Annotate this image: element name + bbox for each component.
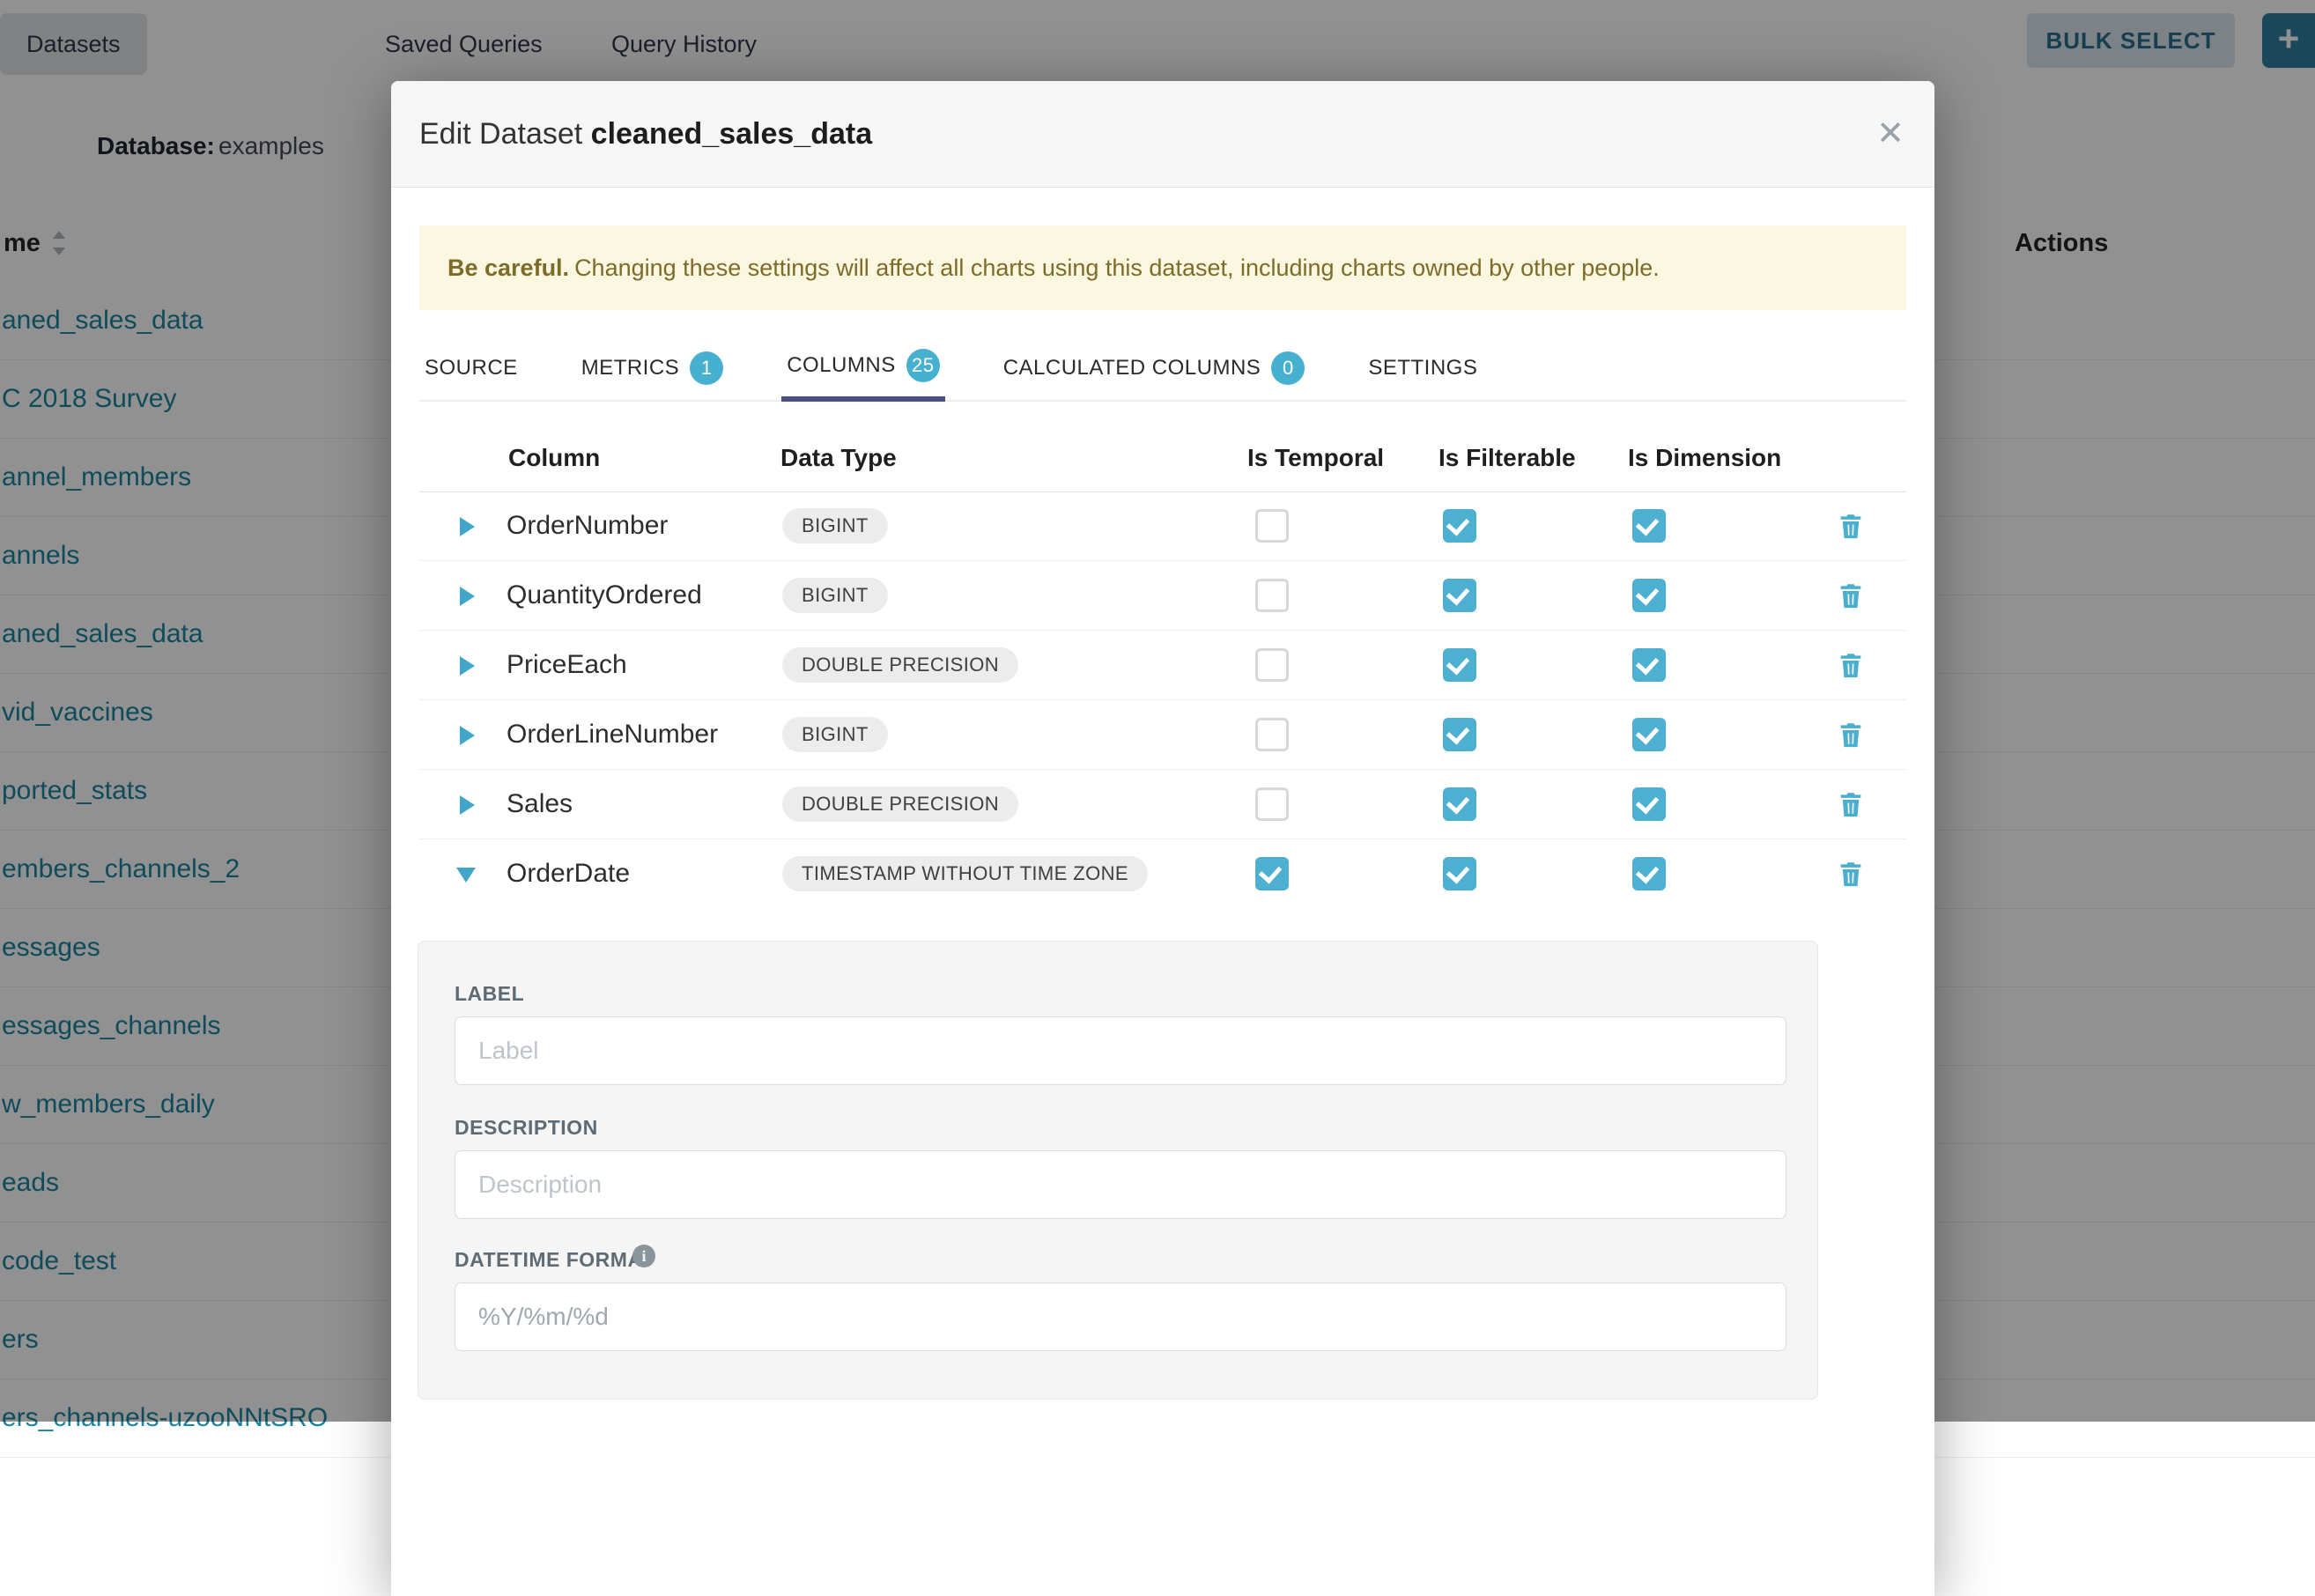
column-row: OrderDate TIMESTAMP WITHOUT TIME ZONE (419, 839, 1906, 908)
columns-table-header: Column Data Type Is Temporal Is Filterab… (419, 433, 1906, 492)
modal-tab[interactable]: SOURCE (419, 335, 523, 402)
edit-dataset-modal: Edit Dataset cleaned_sales_data ✕ Be car… (391, 81, 1934, 1596)
expand-caret-icon[interactable] (460, 726, 475, 745)
warning-text: Changing these settings will affect all … (574, 255, 1660, 281)
column-header: Column (508, 433, 600, 491)
column-name: Sales (507, 770, 573, 839)
is-filterable-checkbox[interactable] (1443, 787, 1476, 821)
is-temporal-checkbox[interactable] (1255, 579, 1289, 612)
is-dimension-checkbox[interactable] (1632, 579, 1666, 612)
warning-bold-text: Be careful. (447, 255, 569, 281)
modal-header: Edit Dataset cleaned_sales_data ✕ (391, 81, 1934, 188)
modal-title-dataset-name: cleaned_sales_data (591, 117, 872, 151)
is-filterable-checkbox[interactable] (1443, 509, 1476, 543)
is-dimension-header: Is Dimension (1628, 433, 1781, 491)
delete-column-icon[interactable] (1836, 650, 1866, 680)
label-input[interactable] (455, 1016, 1786, 1085)
modal-title: Edit Dataset cleaned_sales_data (419, 81, 872, 187)
datetime-format-input[interactable] (455, 1282, 1786, 1351)
is-temporal-checkbox[interactable] (1255, 648, 1289, 682)
warning-banner: Be careful.Changing these settings will … (419, 225, 1906, 310)
data-type-pill: BIGINT (782, 508, 888, 543)
delete-column-icon[interactable] (1836, 789, 1866, 819)
label-field-label: LABEL (455, 982, 524, 1006)
column-row: Sales DOUBLE PRECISION (419, 770, 1906, 839)
data-type-header: Data Type (780, 433, 897, 491)
column-row: OrderNumber BIGINT (419, 491, 1906, 561)
column-name: QuantityOrdered (507, 561, 702, 630)
is-filterable-checkbox[interactable] (1443, 648, 1476, 682)
modal-tab[interactable]: METRICS 1 (576, 335, 729, 402)
column-row: PriceEach DOUBLE PRECISION (419, 631, 1906, 700)
tab-label: METRICS (581, 356, 680, 381)
modal-tab[interactable]: SETTINGS (1363, 335, 1483, 402)
delete-column-icon[interactable] (1836, 859, 1866, 889)
data-type-pill: BIGINT (782, 578, 888, 613)
tab-label: SETTINGS (1368, 356, 1477, 381)
info-icon[interactable]: i (632, 1245, 655, 1267)
data-type-pill: TIMESTAMP WITHOUT TIME ZONE (782, 856, 1148, 891)
column-detail-panel: LABEL DESCRIPTION DATETIME FORMAT i (418, 941, 1818, 1400)
is-temporal-checkbox[interactable] (1255, 787, 1289, 821)
tab-count-badge: 0 (1271, 351, 1305, 385)
expand-caret-icon[interactable] (460, 587, 475, 606)
is-dimension-checkbox[interactable] (1632, 509, 1666, 543)
is-dimension-checkbox[interactable] (1632, 787, 1666, 821)
description-field-label: DESCRIPTION (455, 1116, 598, 1140)
column-row: OrderLineNumber BIGINT (419, 700, 1906, 770)
is-temporal-checkbox[interactable] (1255, 509, 1289, 543)
delete-column-icon[interactable] (1836, 511, 1866, 541)
modal-title-prefix: Edit Dataset (419, 117, 582, 151)
column-row: QuantityOrdered BIGINT (419, 561, 1906, 631)
columns-table-body: OrderNumber BIGINT QuantityOrdered BIGIN… (419, 491, 1906, 908)
modal-tab[interactable]: CALCULATED COLUMNS 0 (998, 335, 1311, 402)
data-type-pill: DOUBLE PRECISION (782, 647, 1018, 683)
modal-tabs: SOURCE METRICS 1 COLUMNS 25 CALCULATED C… (419, 335, 1906, 402)
column-name: PriceEach (507, 631, 627, 699)
description-input[interactable] (455, 1150, 1786, 1219)
is-temporal-checkbox[interactable] (1255, 718, 1289, 751)
column-name: OrderDate (507, 839, 630, 908)
is-temporal-header: Is Temporal (1247, 433, 1384, 491)
close-icon[interactable]: ✕ (1876, 81, 1905, 187)
tab-count-badge: 1 (690, 351, 723, 385)
data-type-pill: DOUBLE PRECISION (782, 787, 1018, 822)
is-filterable-header: Is Filterable (1439, 433, 1576, 491)
tab-count-badge: 25 (906, 349, 940, 382)
expand-caret-icon[interactable] (456, 868, 476, 883)
is-filterable-checkbox[interactable] (1443, 857, 1476, 890)
tab-label: SOURCE (425, 356, 518, 381)
tab-label: CALCULATED COLUMNS (1003, 356, 1261, 381)
is-filterable-checkbox[interactable] (1443, 579, 1476, 612)
expand-caret-icon[interactable] (460, 517, 475, 536)
is-dimension-checkbox[interactable] (1632, 718, 1666, 751)
expand-caret-icon[interactable] (460, 795, 475, 815)
is-dimension-checkbox[interactable] (1632, 648, 1666, 682)
delete-column-icon[interactable] (1836, 720, 1866, 750)
modal-tab[interactable]: COLUMNS 25 (781, 335, 945, 402)
column-name: OrderLineNumber (507, 700, 718, 769)
column-name: OrderNumber (507, 491, 668, 560)
tab-label: COLUMNS (787, 353, 896, 378)
is-dimension-checkbox[interactable] (1632, 857, 1666, 890)
expand-caret-icon[interactable] (460, 656, 475, 676)
data-type-pill: BIGINT (782, 717, 888, 752)
is-filterable-checkbox[interactable] (1443, 718, 1476, 751)
is-temporal-checkbox[interactable] (1255, 857, 1289, 890)
delete-column-icon[interactable] (1836, 580, 1866, 610)
datetime-format-field-label: DATETIME FORMAT (455, 1248, 654, 1272)
